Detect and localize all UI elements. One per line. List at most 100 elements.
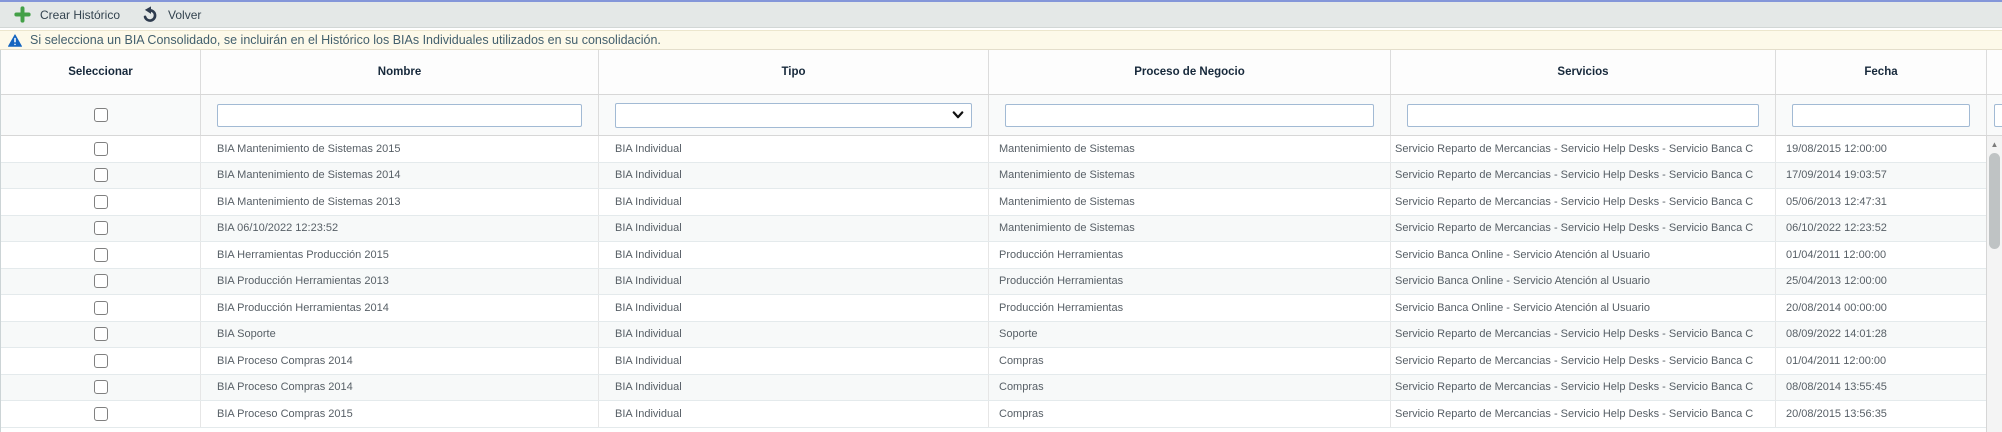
cell-nombre: BIA Producción Herramientas 2013 [201,269,599,295]
vertical-scrollbar[interactable]: ▲ [1986,136,2002,432]
cell-proceso: Producción Herramientas [989,242,1391,268]
create-historic-label: Crear Histórico [40,8,120,22]
cell-fecha: 17/09/2014 19:03:57 [1776,163,1987,189]
notice-text: Si selecciona un BIA Consolidado, se inc… [30,33,661,47]
cell-tipo: BIA Individual [599,163,989,189]
cell-proceso: Producción Herramientas [989,295,1391,321]
table-row[interactable]: BIA Soporte BIA Individual Soporte Servi… [1,322,2002,349]
cell-fecha: 20/08/2014 00:00:00 [1776,295,1987,321]
cell-nombre: BIA Proceso Compras 2014 [201,375,599,401]
cell-proceso: Compras [989,375,1391,401]
cell-fecha: 08/09/2022 14:01:28 [1776,322,1987,348]
cell-nombre: BIA Mantenimiento de Sistemas 2015 [201,136,599,162]
table-row[interactable]: BIA Proceso Compras 2014 BIA Individual … [1,348,2002,375]
toolbar: Crear Histórico Volver [0,0,2002,28]
header-servicios[interactable]: Servicios [1391,50,1776,94]
header-seleccionar[interactable]: Seleccionar [1,50,201,94]
plus-icon [14,6,31,23]
cell-nombre: BIA Herramientas Producción 2015 [201,242,599,268]
header-extra [1987,50,2002,94]
bia-history-page: Crear Histórico Volver Si selecciona un … [0,0,2002,432]
cell-servicios: Servicio Reparto de Mercancias - Servici… [1391,189,1776,215]
row-checkbox[interactable] [94,354,108,368]
table-body: BIA Mantenimiento de Sistemas 2015 BIA I… [1,136,2002,428]
fecha-filter-input[interactable] [1792,104,1970,127]
cell-servicios: Servicio Reparto de Mercancias - Servici… [1391,216,1776,242]
table-row[interactable]: BIA Mantenimiento de Sistemas 2015 BIA I… [1,136,2002,163]
cell-proceso: Producción Herramientas [989,269,1391,295]
back-button[interactable]: Volver [134,2,215,28]
cell-proceso: Soporte [989,322,1391,348]
cell-proceso: Mantenimiento de Sistemas [989,163,1391,189]
servicios-filter-input[interactable] [1407,104,1759,127]
select-all-checkbox[interactable] [94,108,108,122]
table-row[interactable]: BIA Producción Herramientas 2014 BIA Ind… [1,295,2002,322]
cell-tipo: BIA Individual [599,375,989,401]
cell-fecha: 06/10/2022 12:23:52 [1776,216,1987,242]
cell-servicios: Servicio Reparto de Mercancias - Servici… [1391,401,1776,427]
cell-servicios: Servicio Banca Online - Servicio Atenció… [1391,295,1776,321]
row-checkbox[interactable] [94,407,108,421]
cell-proceso: Mantenimiento de Sistemas [989,189,1391,215]
header-proceso-de-negocio[interactable]: Proceso de Negocio [989,50,1391,94]
warning-triangle-icon [8,34,22,47]
row-checkbox[interactable] [94,142,108,156]
notice-bar: Si selecciona un BIA Consolidado, se inc… [0,30,2002,50]
table-row[interactable]: BIA Proceso Compras 2014 BIA Individual … [1,375,2002,402]
row-checkbox[interactable] [94,168,108,182]
table-row[interactable]: BIA Mantenimiento de Sistemas 2013 BIA I… [1,189,2002,216]
cell-proceso: Compras [989,401,1391,427]
back-label: Volver [168,8,201,22]
row-checkbox[interactable] [94,327,108,341]
header-nombre[interactable]: Nombre [201,50,599,94]
header-tipo[interactable]: Tipo [599,50,989,94]
cell-servicios: Servicio Reparto de Mercancias - Servici… [1391,348,1776,374]
tipo-filter-select[interactable] [615,103,972,128]
cell-tipo: BIA Individual [599,322,989,348]
row-checkbox[interactable] [94,301,108,315]
cell-tipo: BIA Individual [599,401,989,427]
row-checkbox[interactable] [94,195,108,209]
cell-proceso: Mantenimiento de Sistemas [989,216,1391,242]
filter-row [1,95,2002,136]
table-row[interactable]: BIA Herramientas Producción 2015 BIA Ind… [1,242,2002,269]
cell-tipo: BIA Individual [599,269,989,295]
cell-nombre: BIA Proceso Compras 2015 [201,401,599,427]
create-historic-button[interactable]: Crear Histórico [6,2,134,28]
cell-tipo: BIA Individual [599,295,989,321]
table-row[interactable]: BIA 06/10/2022 12:23:52 BIA Individual M… [1,216,2002,243]
cell-nombre: BIA Mantenimiento de Sistemas 2013 [201,189,599,215]
table-row[interactable]: BIA Mantenimiento de Sistemas 2014 BIA I… [1,163,2002,190]
cell-servicios: Servicio Reparto de Mercancias - Servici… [1391,322,1776,348]
row-checkbox[interactable] [94,221,108,235]
cell-servicios: Servicio Reparto de Mercancias - Servici… [1391,163,1776,189]
proceso-filter-input[interactable] [1005,104,1374,127]
nombre-filter-input[interactable] [217,104,582,127]
scrollbar-thumb[interactable] [1989,153,2000,249]
undo-arrow-icon [142,6,159,23]
cell-tipo: BIA Individual [599,216,989,242]
table-header-row: Seleccionar Nombre Tipo Proceso de Negoc… [1,50,2002,95]
cell-servicios: Servicio Banca Online - Servicio Atenció… [1391,269,1776,295]
row-checkbox[interactable] [94,248,108,262]
cell-fecha: 08/08/2014 13:55:45 [1776,375,1987,401]
table-row[interactable]: BIA Producción Herramientas 2013 BIA Ind… [1,269,2002,296]
extra-filter-input[interactable] [1994,104,2002,127]
table-row[interactable]: BIA Proceso Compras 2015 BIA Individual … [1,401,2002,428]
cell-proceso: Mantenimiento de Sistemas [989,136,1391,162]
scroll-up-arrow[interactable]: ▲ [1987,136,2002,152]
cell-fecha: 01/04/2011 12:00:00 [1776,348,1987,374]
cell-tipo: BIA Individual [599,136,989,162]
cell-nombre: BIA 06/10/2022 12:23:52 [201,216,599,242]
cell-nombre: BIA Proceso Compras 2014 [201,348,599,374]
row-checkbox[interactable] [94,380,108,394]
row-checkbox[interactable] [94,274,108,288]
cell-servicios: Servicio Reparto de Mercancias - Servici… [1391,136,1776,162]
cell-tipo: BIA Individual [599,348,989,374]
cell-tipo: BIA Individual [599,189,989,215]
cell-servicios: Servicio Reparto de Mercancias - Servici… [1391,375,1776,401]
cell-fecha: 25/04/2013 12:00:00 [1776,269,1987,295]
bia-table: Seleccionar Nombre Tipo Proceso de Negoc… [0,50,2002,432]
header-fecha[interactable]: Fecha [1776,50,1987,94]
cell-fecha: 01/04/2011 12:00:00 [1776,242,1987,268]
